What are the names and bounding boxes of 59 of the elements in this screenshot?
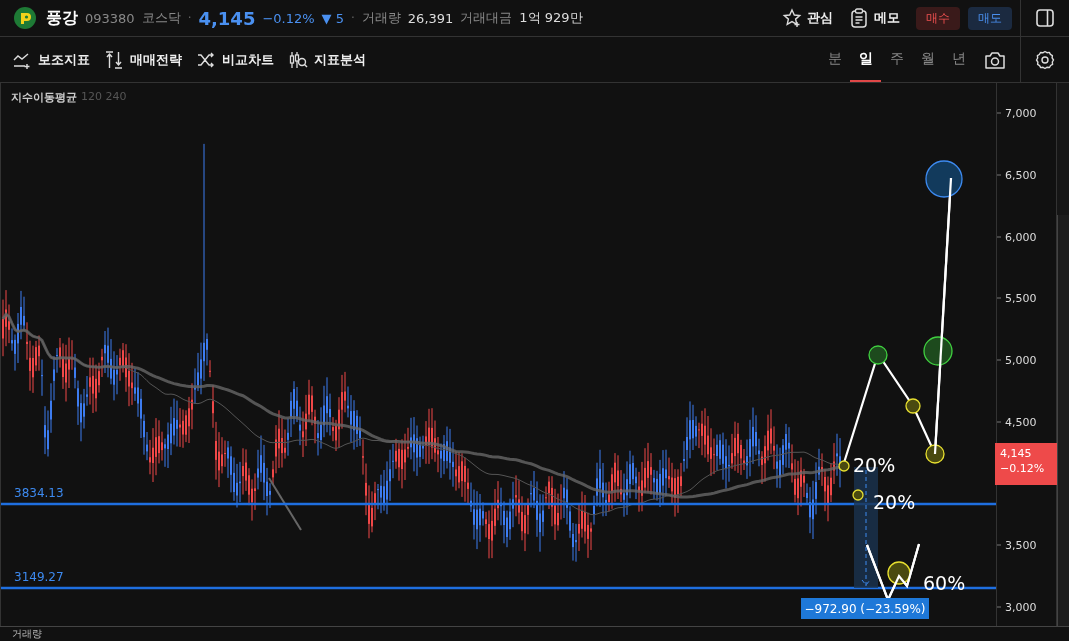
candles-magnifier-icon — [288, 49, 308, 70]
axis-tick — [997, 174, 1002, 176]
camera-icon[interactable] — [984, 49, 1006, 70]
volume-value: 26,391 — [407, 10, 454, 26]
axis-label: 3,500 — [1005, 539, 1037, 552]
axis-label: 5,500 — [1005, 292, 1037, 305]
separator-dot: · — [351, 11, 355, 25]
percent-label: 20% — [853, 454, 896, 476]
price-tag-change: −0.12% — [1000, 462, 1046, 475]
axis-label: 5,000 — [1005, 354, 1037, 367]
measure-label: −972.90 (−23.59%) — [801, 598, 929, 619]
axis-label: 6,000 — [1005, 231, 1037, 244]
volume-pane-title: 거래량 — [12, 628, 42, 640]
price-change: ▼ 5 — [321, 10, 344, 26]
stock-code: 093380 — [85, 10, 135, 26]
axis-tick — [997, 236, 1002, 238]
period-tab[interactable]: 분 — [819, 37, 850, 82]
toolbar-button[interactable]: 보조지표 — [12, 49, 90, 70]
current-price: 4,145 — [198, 7, 256, 29]
panel-toggle-icon[interactable] — [1035, 8, 1055, 28]
level-label: 3834.13 — [14, 486, 64, 500]
axis-tick — [997, 359, 1002, 361]
up-down-arrows-icon — [104, 49, 124, 70]
settings-icon[interactable] — [1035, 49, 1055, 70]
separator-dot: · — [187, 11, 192, 25]
period-tab[interactable]: 월 — [912, 37, 943, 82]
period-tab[interactable]: 주 — [881, 37, 912, 82]
sell-button[interactable]: 매도 — [968, 6, 1012, 30]
trend-line — [268, 477, 302, 531]
indicator-name: 지수이동평균 — [11, 90, 77, 105]
axis-tick — [997, 297, 1002, 299]
axis-label: 3,000 — [1005, 601, 1037, 614]
axis-tick — [997, 606, 1002, 608]
watchlist-button[interactable]: 관심 — [782, 8, 833, 28]
memo-button[interactable]: 메모 — [849, 8, 900, 28]
period-tab[interactable]: 년 — [943, 37, 974, 82]
volume-label: 거래량 — [361, 9, 401, 27]
level-label: 3149.27 — [14, 570, 64, 584]
axis-label: 4,500 — [1005, 416, 1037, 429]
amount-value: 1억 929만 — [519, 9, 583, 27]
toolbar-button[interactable]: 지표분석 — [288, 49, 366, 70]
change-rate: −0.12% — [262, 10, 315, 26]
market-name: 코스닥 — [141, 9, 181, 27]
toolbar-button[interactable]: 매매전략 — [104, 49, 182, 70]
indicator-params: 120 240 — [81, 90, 127, 105]
axis-tick — [997, 421, 1002, 423]
amount-label: 거래대금 — [460, 9, 513, 27]
axis-label: 7,000 — [1005, 107, 1037, 120]
axis-tick — [997, 544, 1002, 546]
buy-button[interactable]: 매수 — [916, 6, 960, 30]
price-tag-value: 4,145 — [1000, 447, 1033, 460]
logo-icon — [14, 7, 36, 29]
axis-tick — [997, 112, 1002, 114]
period-tab[interactable]: 일 — [850, 37, 881, 82]
toolbar-button[interactable]: 비교차트 — [196, 49, 274, 70]
stock-name: 풍강 — [46, 7, 78, 29]
clipboard-icon — [849, 8, 869, 28]
star-icon — [782, 8, 802, 28]
axis-label: 6,500 — [1005, 169, 1037, 182]
